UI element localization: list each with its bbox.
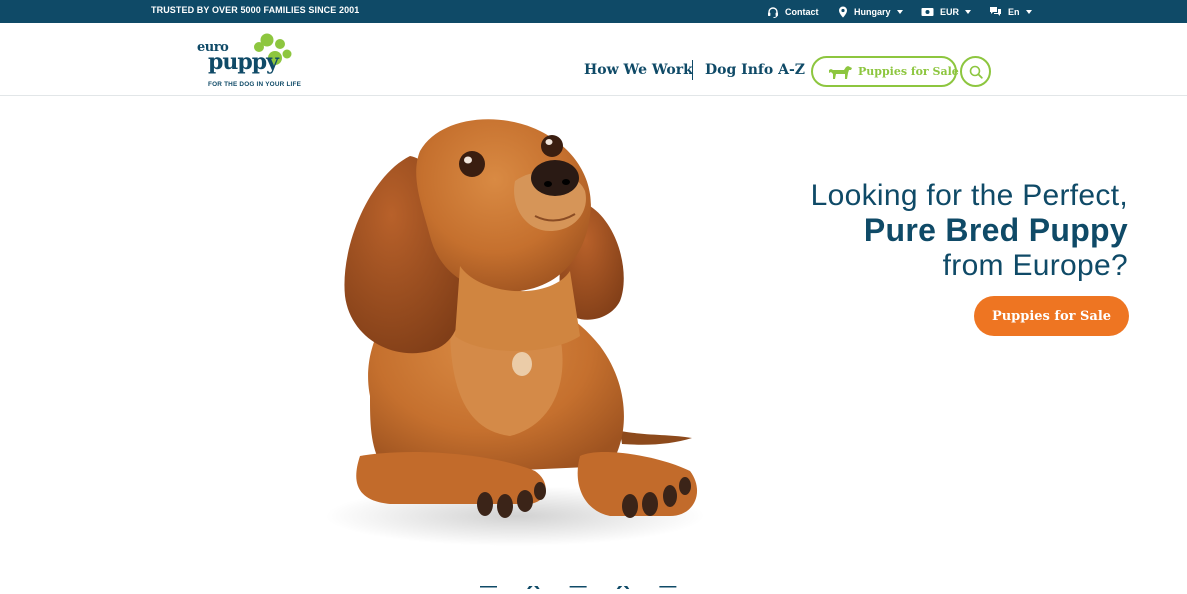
logo-puppy-text: puppy (208, 49, 279, 75)
hero-section: Looking for the Perfect, Pure Bred Puppy… (0, 96, 1187, 594)
site-header: euro puppy FOR THE DOG IN YOUR LIFE How … (0, 23, 1187, 96)
peek-glyphs: ‾ ˆ ‾ ˆ ‾ (480, 586, 800, 594)
chevron-down-icon (1025, 9, 1032, 14)
headline-line1: Looking for the Perfect, (810, 179, 1128, 212)
dachshund-puppy-image (325, 119, 705, 546)
logo-tagline: FOR THE DOG IN YOUR LIFE (208, 81, 302, 88)
location-pin-icon (839, 6, 847, 17)
search-icon (969, 65, 983, 79)
puppies-for-sale-cta-button[interactable]: Puppies for Sale (974, 296, 1129, 336)
language-label: En (1008, 6, 1020, 17)
chat-bubbles-icon (990, 7, 1001, 16)
banknote-icon (921, 7, 934, 16)
dog-silhouette-icon (829, 66, 852, 79)
chevron-down-icon (896, 9, 903, 14)
headline-line2: Pure Bred Puppy (863, 212, 1128, 248)
nav-divider (692, 60, 693, 80)
puppies-for-sale-nav-label: Puppies for Sale (858, 65, 959, 78)
europuppy-logo[interactable]: euro puppy FOR THE DOG IN YOUR LIFE (195, 30, 315, 90)
language-select[interactable]: En (989, 4, 1032, 19)
currency-label: EUR (940, 6, 960, 17)
country-label: Hungary (854, 6, 891, 17)
nav-dog-info[interactable]: Dog Info A-Z (705, 62, 805, 78)
country-select[interactable]: Hungary (838, 4, 903, 19)
headline-line3: from Europe? (942, 249, 1128, 282)
puppies-for-sale-nav-button[interactable]: Puppies for Sale (811, 56, 959, 87)
nav-how-we-work[interactable]: How We Work (584, 62, 693, 78)
headset-icon (768, 6, 778, 18)
contact-label: Contact (785, 6, 819, 17)
chevron-down-icon (965, 9, 972, 14)
search-button[interactable] (960, 56, 991, 87)
hero-headline: Looking for the Perfect, Pure Bred Puppy… (811, 178, 1128, 283)
trusted-text: TRUSTED BY OVER 5000 FAMILIES SINCE 2001 (151, 5, 360, 15)
top-bar: TRUSTED BY OVER 5000 FAMILIES SINCE 2001… (0, 0, 1187, 23)
next-section-heading-peek: ‾ ˆ ‾ ˆ ‾ (480, 586, 800, 594)
currency-select[interactable]: EUR (921, 4, 972, 19)
contact-link[interactable]: Contact (767, 4, 819, 19)
